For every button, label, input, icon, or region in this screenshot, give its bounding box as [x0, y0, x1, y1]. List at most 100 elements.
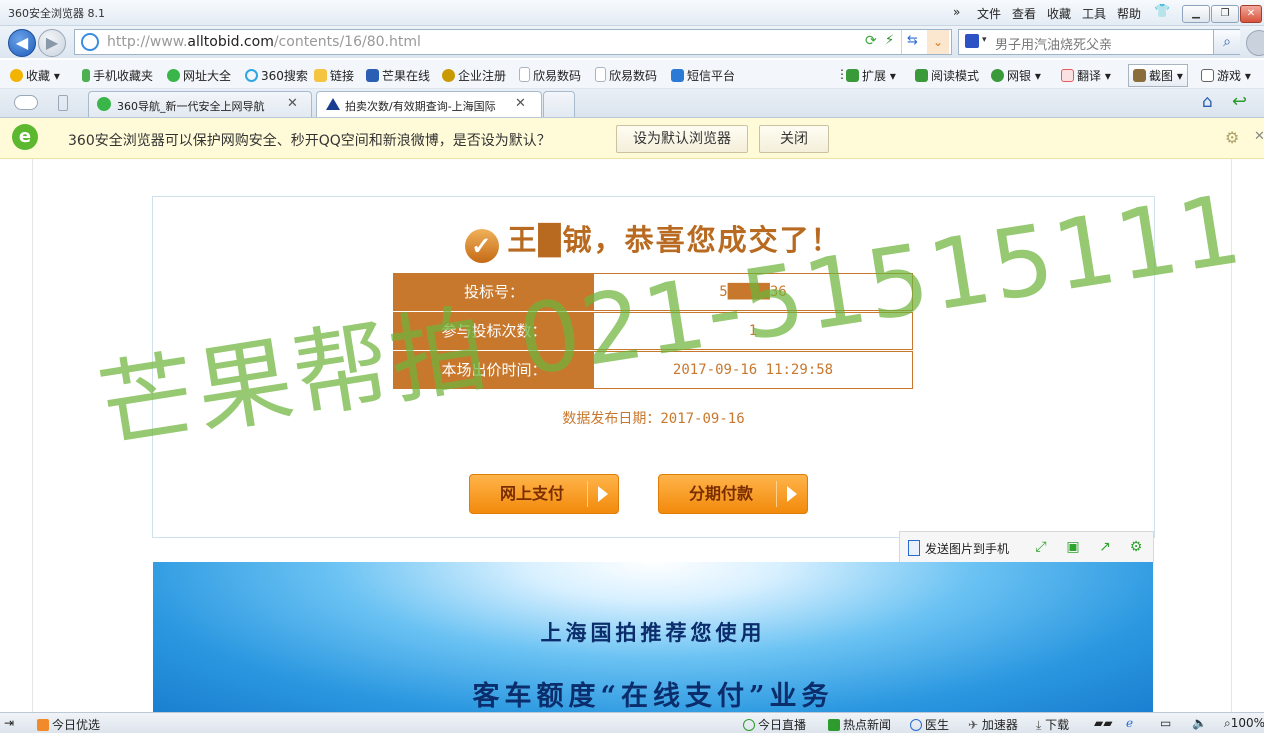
shirt-icon[interactable]: 👕 — [1154, 4, 1170, 19]
search-icon[interactable]: ⌕ — [1213, 30, 1240, 54]
status-accelerator[interactable]: ✈ 加速器 — [968, 716, 1018, 733]
bid-count-label: 参与投标次数： — [394, 313, 594, 349]
nav360-icon — [97, 97, 111, 111]
compat-mode-icon[interactable]: ⇆ — [907, 33, 918, 48]
speed-icon[interactable]: ⚡ — [885, 33, 894, 48]
status-live[interactable]: 今日直播 — [743, 716, 806, 733]
minimize-button[interactable]: ▁ — [1182, 5, 1210, 23]
address-bar[interactable]: http://www.alltobid.com/contents/16/80.h… — [74, 29, 952, 55]
pay-installment-button[interactable]: 分期付款 — [658, 474, 808, 514]
dropdown-chevron-icon[interactable]: ⌄ — [927, 30, 949, 54]
url-text[interactable]: http://www.alltobid.com/contents/16/80.h… — [107, 34, 421, 50]
toolbar-games[interactable]: 游戏 ▾ — [1201, 67, 1251, 84]
status-doctor[interactable]: 医生 — [910, 716, 949, 733]
banner-line-1: 上海国拍推荐您使用 — [540, 620, 766, 645]
bookmark-mobile-favorites[interactable]: 手机收藏夹 — [82, 67, 153, 84]
menu-tools[interactable]: 工具 — [1082, 5, 1106, 22]
play-arrow-icon — [598, 486, 608, 502]
bid-time-value: 2017-09-16 11:29:58 — [672, 362, 834, 378]
forward-button[interactable]: ▶ — [38, 29, 66, 57]
banner-line-2: 客车额度“在线支付”业务 — [472, 681, 834, 712]
menu-favorites[interactable]: 收藏 — [1047, 5, 1071, 22]
status-zoom[interactable]: ⌕100% — [1224, 716, 1264, 731]
home-icon[interactable]: ⌂ — [1202, 92, 1213, 112]
new-tab-button[interactable] — [543, 91, 575, 117]
fullscreen-icon[interactable]: ⤢ — [1033, 539, 1049, 555]
undo-close-icon[interactable]: ↩ — [1232, 91, 1247, 112]
menu-help[interactable]: 帮助 — [1117, 5, 1141, 22]
search-box[interactable]: ▾ 男子用汽油烧死父亲 ⌕ — [958, 29, 1240, 55]
book-icon — [915, 69, 928, 82]
arrow-right-icon: ▶ — [45, 33, 59, 52]
divider — [776, 481, 777, 507]
back-button[interactable]: ◀ — [8, 29, 36, 57]
toolbar-translate[interactable]: 翻译 ▾ — [1061, 67, 1111, 84]
page-icon — [595, 67, 606, 82]
magnifier-icon: ⌕ — [1224, 716, 1231, 730]
toolbar-extensions[interactable]: 扩展 ▾ — [846, 67, 896, 84]
globe-icon — [81, 33, 99, 51]
share-icon[interactable]: ↗ — [1097, 539, 1113, 555]
image-toolbar: 发送图片到手机 ⤢ ▣ ↗ ⚙ — [899, 531, 1154, 563]
status-volume-icon[interactable]: 🔈 — [1192, 716, 1207, 730]
close-tab-icon[interactable]: ✕ — [515, 96, 526, 111]
bookmarks-bar: 收藏 ▾ 手机收藏夹 网址大全 360搜索 链接 芒果在线 企业注册 欣易数码 … — [0, 60, 1264, 89]
bag-icon — [442, 69, 455, 82]
checkmark-icon: ✓ — [465, 229, 500, 263]
tab-360-nav[interactable]: 360导航_新一代安全上网导航 ✕ — [88, 91, 312, 117]
toolbar-reading-mode[interactable]: 阅读模式 — [915, 67, 979, 84]
settings-gear-icon[interactable]: ⚙ — [1128, 539, 1144, 555]
tab-strip: 360导航_新一代安全上网导航 ✕ 拍卖次数/有效期查询-上海国际 ✕ ⌂ ↩ — [0, 89, 1264, 118]
save-icon[interactable]: ▣ — [1065, 539, 1081, 555]
status-download[interactable]: ⤓ 下载 — [1036, 716, 1069, 733]
folder-icon — [314, 69, 327, 82]
bookmark-360-search[interactable]: 360搜索 — [245, 67, 308, 84]
menu-file[interactable]: 文件 — [977, 5, 1001, 22]
pay-online-label: 网上支付 — [500, 484, 565, 503]
phone-icon — [82, 69, 90, 82]
status-today-picks[interactable]: 今日优选 — [37, 716, 100, 733]
tab-auction-query[interactable]: 拍卖次数/有效期查询-上海国际 ✕ — [316, 91, 542, 117]
toolbar-screenshot[interactable]: 截图 ▾ — [1128, 64, 1188, 87]
restore-button[interactable]: ❐ — [1211, 5, 1239, 23]
search-input[interactable]: 男子用汽油烧死父亲 — [995, 34, 1112, 53]
paw-engine-icon[interactable] — [965, 34, 979, 48]
bookmark-mango-online[interactable]: 芒果在线 — [366, 67, 430, 84]
rocket-icon: ✈ — [968, 718, 979, 732]
menu-expand-button[interactable]: » — [953, 5, 960, 19]
refresh-icon[interactable]: ⟳ — [865, 33, 877, 49]
bookmark-links-folder[interactable]: 链接 — [314, 67, 354, 84]
sidebar-toggle-icon[interactable]: ⇥ — [4, 716, 14, 730]
doctor-icon — [910, 719, 922, 731]
toolbar-online-banking[interactable]: 网银 ▾ — [991, 67, 1041, 84]
bookmark-favorites[interactable]: 收藏 ▾ — [10, 67, 60, 84]
status-ie-icon[interactable]: ℯ — [1126, 716, 1133, 730]
gear-icon[interactable]: ⚙ — [1225, 128, 1239, 147]
page-border-left — [32, 159, 33, 712]
close-icon[interactable]: ✕ — [1254, 129, 1264, 144]
send-to-phone-button[interactable]: 发送图片到手机 — [908, 540, 1009, 557]
browser-logo-icon: e — [12, 124, 38, 150]
pay-online-button[interactable]: 网上支付 — [469, 474, 619, 514]
user-avatar[interactable] — [1246, 30, 1264, 56]
bookmark-sms-platform[interactable]: 短信平台 — [671, 67, 735, 84]
address-toolbar: ◀ ▶ http://www.alltobid.com/contents/16/… — [0, 26, 1264, 58]
close-window-button[interactable]: ✕ — [1240, 5, 1262, 23]
notice-close-button[interactable]: 关闭 — [759, 125, 829, 153]
bookmark-xinyi-digital-2[interactable]: 欣易数码 — [595, 67, 657, 84]
close-tab-icon[interactable]: ✕ — [287, 96, 298, 111]
set-default-button[interactable]: 设为默认浏览器 — [616, 125, 748, 153]
status-ad-block-icon[interactable]: ▰▰ — [1094, 716, 1112, 730]
menu-view[interactable]: 查看 — [1012, 5, 1036, 22]
bookmark-xinyi-digital-1[interactable]: 欣易数码 — [519, 67, 581, 84]
bookmark-company-registration[interactable]: 企业注册 — [442, 67, 506, 84]
bid-number-value: 5█████36 — [719, 284, 787, 300]
status-windows-icon[interactable]: ▭ — [1160, 716, 1171, 730]
mobile-icon[interactable] — [58, 95, 68, 111]
cloud-icon[interactable] — [14, 95, 38, 110]
promo-banner[interactable]: 上海国拍推荐您使用 客车额度“在线支付”业务 — [153, 562, 1153, 712]
status-hot-news[interactable]: 热点新闻 — [828, 716, 891, 733]
extension-icon — [846, 69, 859, 82]
engine-dropdown-icon[interactable]: ▾ — [982, 35, 987, 45]
bookmark-url-directory[interactable]: 网址大全 — [167, 67, 231, 84]
